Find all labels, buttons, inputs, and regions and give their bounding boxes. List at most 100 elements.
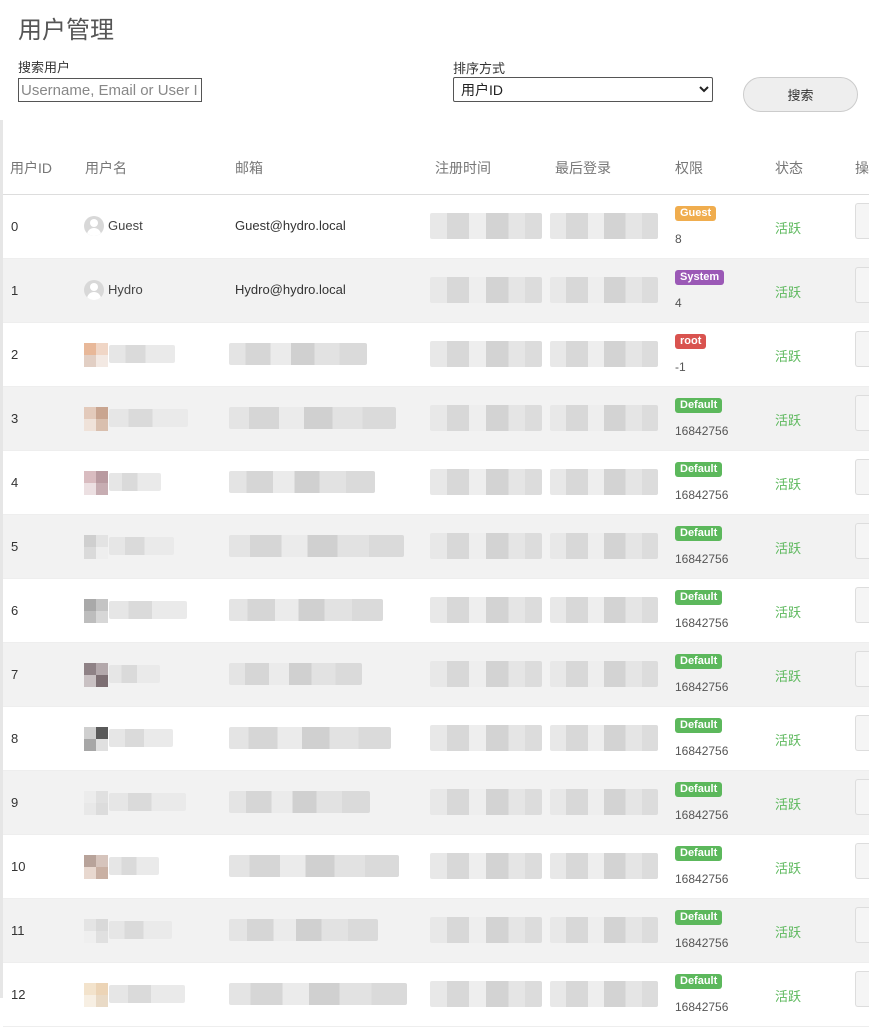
username-blurred (109, 921, 172, 939)
email-blurred (229, 663, 362, 685)
action-button[interactable] (855, 971, 869, 1007)
table-header: 用户ID 用户名 邮箱 注册时间 最后登录 权限 状态 操 (3, 150, 869, 195)
role-badge: root (675, 334, 707, 349)
sort-select[interactable]: 用户ID (453, 77, 713, 102)
register-time-blurred (430, 725, 542, 751)
email-blurred (229, 535, 404, 557)
search-input[interactable] (18, 78, 202, 102)
role-badge: Default (675, 718, 723, 733)
last-login-blurred (550, 661, 658, 687)
role-badge: Default (675, 462, 723, 477)
action-button[interactable] (855, 459, 869, 495)
table-row: 12 Default 16842756 活跃 (3, 963, 869, 1027)
email-blurred (229, 855, 399, 877)
status-active: 活跃 (775, 221, 802, 236)
email-blurred (229, 471, 375, 493)
column-header-username: 用户名 (85, 160, 127, 176)
action-button[interactable] (855, 907, 869, 943)
column-header-email: 邮箱 (235, 160, 263, 176)
avatar-blurred (84, 983, 108, 1007)
username-link[interactable]: Guest (108, 218, 143, 233)
column-header-permission: 权限 (675, 160, 703, 176)
avatar-blurred (84, 535, 108, 559)
username-blurred (109, 729, 173, 747)
user-id: 11 (11, 923, 25, 938)
status-active: 活跃 (775, 925, 802, 940)
register-time-blurred (430, 277, 542, 303)
register-time-blurred (430, 661, 542, 687)
action-button[interactable] (855, 843, 869, 879)
status-active: 活跃 (775, 861, 802, 876)
email-blurred (229, 407, 396, 429)
user-id: 1 (11, 283, 19, 298)
user-id: 7 (11, 667, 19, 682)
column-header-actions: 操 (855, 160, 869, 176)
sort-label: 排序方式 (453, 61, 506, 76)
email-blurred (229, 983, 407, 1005)
last-login-blurred (550, 597, 658, 623)
username-link[interactable]: Hydro (108, 282, 143, 297)
user-id: 3 (11, 411, 19, 426)
role-badge: Guest (675, 206, 717, 221)
last-login-blurred (550, 277, 658, 303)
permission-value: 16842756 (675, 552, 729, 566)
column-header-id: 用户ID (10, 160, 52, 176)
avatar-blurred (84, 407, 108, 431)
action-button[interactable] (855, 779, 869, 815)
table-row: 1 Hydro Hydro@hydro.local System 4 活跃 (3, 259, 869, 323)
permission-value: 16842756 (675, 616, 729, 630)
last-login-blurred (550, 213, 658, 239)
username-blurred (109, 601, 187, 619)
action-button[interactable] (855, 267, 869, 303)
status-active: 活跃 (775, 285, 802, 300)
user-id: 4 (11, 475, 19, 490)
register-time-blurred (430, 597, 542, 623)
role-badge: Default (675, 654, 723, 669)
action-button[interactable] (855, 331, 869, 367)
register-time-blurred (430, 213, 542, 239)
avatar-blurred (84, 343, 108, 367)
action-button[interactable] (855, 715, 869, 751)
action-button[interactable] (855, 651, 869, 687)
permission-value: 16842756 (675, 936, 729, 950)
email-blurred (229, 343, 367, 365)
register-time-blurred (430, 405, 542, 431)
user-id: 9 (11, 795, 19, 810)
column-header-register-time: 注册时间 (435, 160, 491, 176)
avatar-blurred (84, 663, 108, 687)
permission-value: 8 (675, 232, 682, 246)
user-id: 0 (11, 219, 19, 234)
status-active: 活跃 (775, 605, 802, 620)
search-button[interactable]: 搜索 (743, 77, 858, 112)
status-active: 活跃 (775, 477, 802, 492)
last-login-blurred (550, 405, 658, 431)
permission-value: 4 (675, 296, 682, 310)
action-button[interactable] (855, 523, 869, 559)
action-button[interactable] (855, 587, 869, 623)
permission-value: 16842756 (675, 872, 729, 886)
role-badge: Default (675, 974, 723, 989)
user-id: 5 (11, 539, 19, 554)
status-active: 活跃 (775, 669, 802, 684)
last-login-blurred (550, 469, 658, 495)
last-login-blurred (550, 981, 658, 1007)
table-row: 9 Default 16842756 活跃 (3, 771, 869, 835)
column-header-status: 状态 (775, 160, 803, 176)
last-login-blurred (550, 789, 658, 815)
register-time-blurred (430, 469, 542, 495)
avatar-blurred (84, 791, 108, 815)
register-time-blurred (430, 917, 542, 943)
username-blurred (109, 985, 185, 1003)
avatar-blurred (84, 599, 108, 623)
action-button[interactable] (855, 203, 869, 239)
user-table-body: 0 Guest Guest@hydro.local Guest 8 活跃 1 Hydro Hyd… (3, 195, 869, 1027)
role-badge: Default (675, 590, 723, 605)
role-badge: Default (675, 782, 723, 797)
username-blurred (109, 409, 188, 427)
role-badge: Default (675, 526, 723, 541)
avatar-blurred (84, 727, 108, 751)
email-blurred (229, 919, 378, 941)
status-active: 活跃 (775, 797, 802, 812)
action-button[interactable] (855, 395, 869, 431)
last-login-blurred (550, 533, 658, 559)
